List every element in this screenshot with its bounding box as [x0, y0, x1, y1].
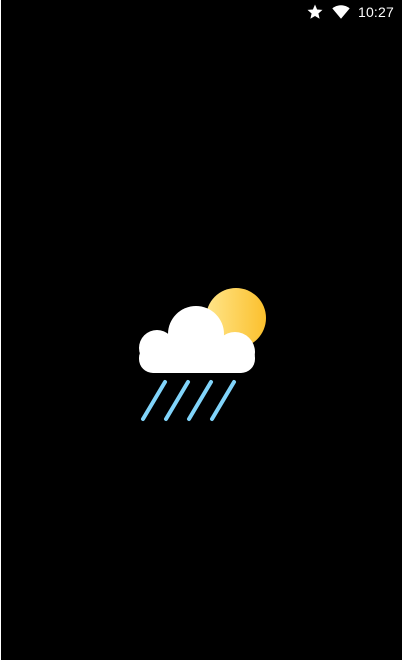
rain-shape: [141, 380, 236, 421]
status-icons: 10:27: [306, 3, 394, 21]
splash-screen: 10:27: [1, 0, 402, 660]
status-bar: 10:27: [1, 0, 402, 26]
weather-rain-sun-icon: [139, 288, 266, 421]
status-time: 10:27: [357, 4, 394, 20]
star-icon: [307, 4, 323, 19]
wifi-icon: [332, 5, 350, 19]
